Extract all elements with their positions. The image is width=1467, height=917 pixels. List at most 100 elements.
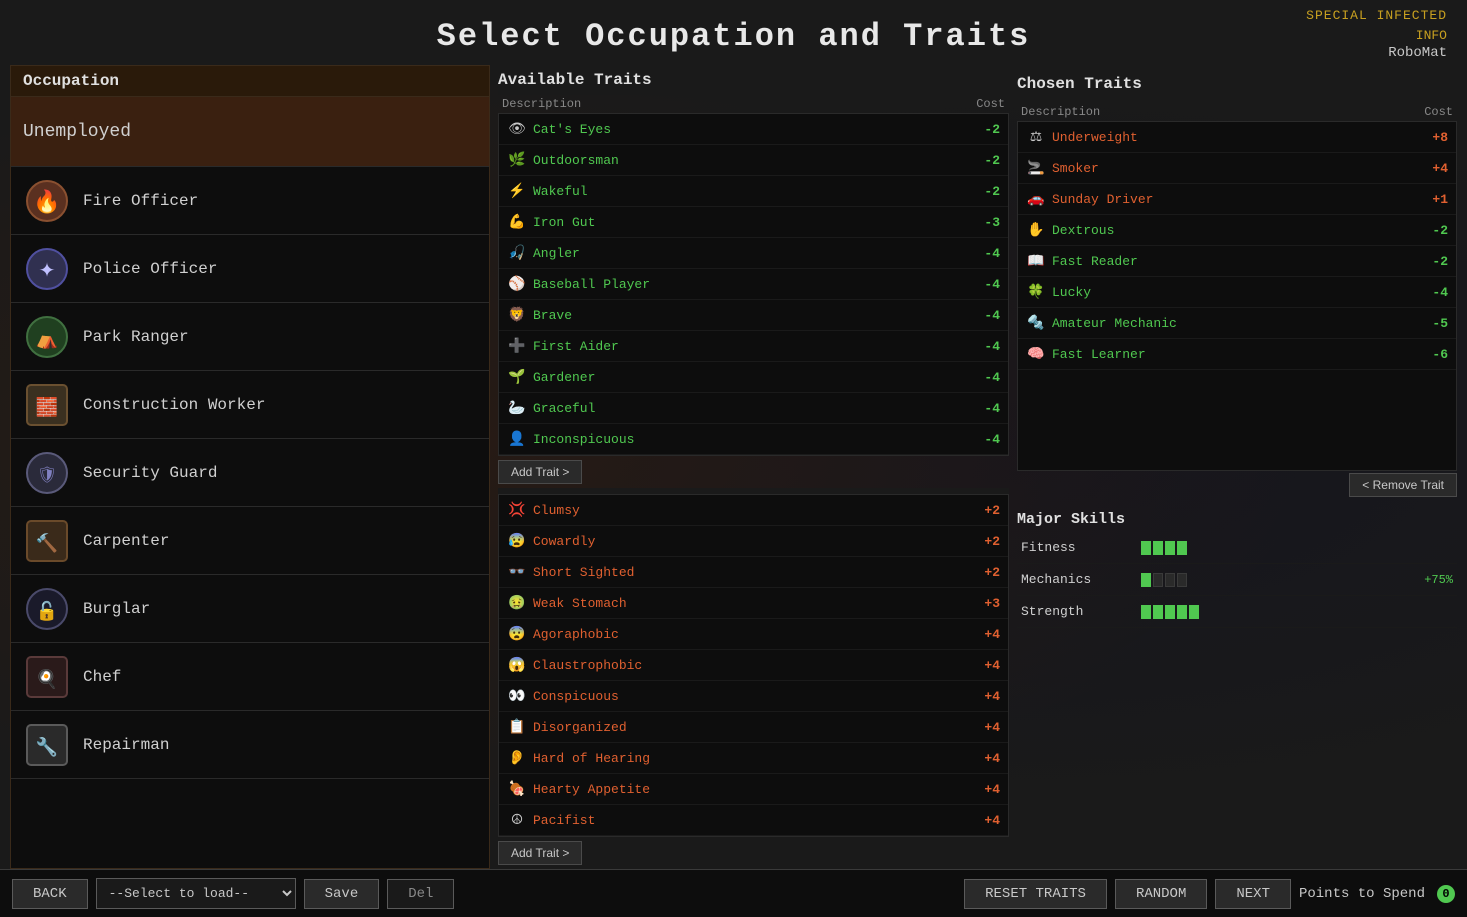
skill-bar (1189, 605, 1199, 619)
negative-trait-hearty-appetite[interactable]: 🍖 Hearty Appetite +4 (499, 774, 1008, 805)
trait-name: Hard of Hearing (533, 751, 970, 766)
chosen-trait-lucky[interactable]: 🍀 Lucky -4 (1018, 277, 1456, 308)
skill-name: Fitness (1021, 540, 1141, 555)
occupation-item-carpenter[interactable]: 🔨 Carpenter (11, 507, 489, 575)
trait-cost: +2 (970, 534, 1000, 549)
random-button[interactable]: RANDOM (1115, 879, 1207, 909)
trait-cost: +2 (970, 503, 1000, 518)
negative-trait-agoraphobic[interactable]: 😨 Agoraphobic +4 (499, 619, 1008, 650)
occupation-icon-chef: 🍳 (23, 653, 71, 701)
occupation-item-chef[interactable]: 🍳 Chef (11, 643, 489, 711)
chosen-trait-dextrous[interactable]: ✋ Dextrous -2 (1018, 215, 1456, 246)
negative-trait-clumsy[interactable]: 💢 Clumsy +2 (499, 495, 1008, 526)
trait-name: Graceful (533, 401, 970, 416)
trait-cost: +4 (970, 689, 1000, 704)
negative-trait-short-sighted[interactable]: 👓 Short Sighted +2 (499, 557, 1008, 588)
trait-cost: -4 (970, 277, 1000, 292)
occupation-item-fire-officer[interactable]: 🔥 Fire Officer (11, 167, 489, 235)
trait-cost: +4 (970, 751, 1000, 766)
info-label: INFO (1416, 28, 1447, 43)
traits-panel: Available Traits Description Cost 👁 Cat'… (498, 65, 1009, 869)
trait-icon: 😰 (507, 531, 527, 551)
trait-name: Iron Gut (533, 215, 970, 230)
chosen-trait-fast-reader[interactable]: 📖 Fast Reader -2 (1018, 246, 1456, 277)
trait-name: Cowardly (533, 534, 970, 549)
positive-trait-brave[interactable]: 🦁 Brave -4 (499, 300, 1008, 331)
bottom-bar: BACK --Select to load-- Save Del RESET T… (0, 869, 1467, 917)
trait-icon: 🦢 (507, 398, 527, 418)
trait-icon: 👓 (507, 562, 527, 582)
chosen-trait-icon: 🚗 (1026, 189, 1046, 209)
negative-trait-cowardly[interactable]: 😰 Cowardly +2 (499, 526, 1008, 557)
add-trait-button-bottom[interactable]: Add Trait > (498, 841, 582, 865)
chosen-trait-icon: 🧠 (1026, 344, 1046, 364)
chosen-trait-underweight[interactable]: ⚖ Underweight +8 (1018, 122, 1456, 153)
occupation-item-security-guard[interactable]: 🛡 Security Guard (11, 439, 489, 507)
skill-bar (1153, 541, 1163, 555)
occupation-icon-fire-officer: 🔥 (23, 177, 71, 225)
occupation-item-park-ranger[interactable]: ⛺ Park Ranger (11, 303, 489, 371)
trait-name: Claustrophobic (533, 658, 970, 673)
chosen-trait-amateur-mechanic[interactable]: 🔩 Amateur Mechanic -5 (1018, 308, 1456, 339)
positive-trait-baseball-player[interactable]: ⚾ Baseball Player -4 (499, 269, 1008, 300)
skill-row-mechanics: Mechanics +75% (1017, 564, 1457, 596)
occupation-item-burglar[interactable]: 🔓 Burglar (11, 575, 489, 643)
occupation-name: Unemployed (23, 122, 131, 142)
positive-trait-cat's-eyes[interactable]: 👁 Cat's Eyes -2 (499, 114, 1008, 145)
next-button[interactable]: NEXT (1215, 879, 1291, 909)
positive-trait-graceful[interactable]: 🦢 Graceful -4 (499, 393, 1008, 424)
trait-cost: +4 (970, 782, 1000, 797)
svg-text:🔨: 🔨 (36, 532, 58, 555)
negative-trait-weak-stomach[interactable]: 🤢 Weak Stomach +3 (499, 588, 1008, 619)
trait-cost: -4 (970, 339, 1000, 354)
occupation-list: Unemployed 🔥 Fire Officer ✦ Police Offic… (10, 97, 490, 869)
del-button[interactable]: Del (387, 879, 454, 909)
chosen-traits-list: ⚖ Underweight +8 🚬 Smoker +4 🚗 Sunday Dr… (1017, 121, 1457, 471)
occupation-name-police-officer: Police Officer (83, 260, 217, 278)
negative-trait-pacifist[interactable]: ☮ Pacifist +4 (499, 805, 1008, 836)
negative-trait-disorganized[interactable]: 📋 Disorganized +4 (499, 712, 1008, 743)
chosen-trait-icon: 🍀 (1026, 282, 1046, 302)
chosen-trait-cost: -2 (1418, 223, 1448, 238)
save-button[interactable]: Save (304, 879, 380, 909)
trait-cost: +4 (970, 627, 1000, 642)
reset-traits-button[interactable]: RESET TRAITS (964, 879, 1107, 909)
positive-trait-first-aider[interactable]: ➕ First Aider -4 (499, 331, 1008, 362)
positive-trait-angler[interactable]: 🎣 Angler -4 (499, 238, 1008, 269)
occupation-icon-police-officer: ✦ (23, 245, 71, 293)
svg-text:🔧: 🔧 (36, 736, 58, 759)
positive-trait-outdoorsman[interactable]: 🌿 Outdoorsman -2 (499, 145, 1008, 176)
occupation-item-construction-worker[interactable]: 🧱 Construction Worker (11, 371, 489, 439)
chosen-trait-cost: +8 (1418, 130, 1448, 145)
trait-icon: 👁 (507, 119, 527, 139)
occupation-header: Occupation (10, 65, 490, 97)
chosen-trait-fast-learner[interactable]: 🧠 Fast Learner -6 (1018, 339, 1456, 370)
chosen-trait-icon: 📖 (1026, 251, 1046, 271)
positive-trait-wakeful[interactable]: ⚡ Wakeful -2 (499, 176, 1008, 207)
trait-name: Inconspicuous (533, 432, 970, 447)
chosen-trait-smoker[interactable]: 🚬 Smoker +4 (1018, 153, 1456, 184)
trait-icon: 🍖 (507, 779, 527, 799)
negative-trait-claustrophobic[interactable]: 😱 Claustrophobic +4 (499, 650, 1008, 681)
occupation-item-police-officer[interactable]: ✦ Police Officer (11, 235, 489, 303)
negative-trait-hard-of-hearing[interactable]: 👂 Hard of Hearing +4 (499, 743, 1008, 774)
chosen-trait-cost: -6 (1418, 347, 1448, 362)
load-select[interactable]: --Select to load-- (96, 878, 296, 909)
trait-cost: +2 (970, 565, 1000, 580)
occupation-name-park-ranger: Park Ranger (83, 328, 189, 346)
positive-trait-inconspicuous[interactable]: 👤 Inconspicuous -4 (499, 424, 1008, 455)
remove-trait-button[interactable]: < Remove Trait (1349, 473, 1457, 497)
positive-trait-iron-gut[interactable]: 💪 Iron Gut -3 (499, 207, 1008, 238)
page-title: Select Occupation and Traits (0, 18, 1467, 55)
positive-trait-gardener[interactable]: 🌱 Gardener -4 (499, 362, 1008, 393)
back-button[interactable]: BACK (12, 879, 88, 909)
svg-text:🛡: 🛡 (37, 466, 57, 485)
occupation-item-repairman[interactable]: 🔧 Repairman (11, 711, 489, 779)
add-trait-button-top[interactable]: Add Trait > (498, 460, 582, 484)
occupation-item-unemployed[interactable]: Unemployed (11, 97, 489, 167)
chosen-trait-sunday-driver[interactable]: 🚗 Sunday Driver +1 (1018, 184, 1456, 215)
svg-text:🍳: 🍳 (36, 668, 58, 691)
negative-trait-conspicuous[interactable]: 👀 Conspicuous +4 (499, 681, 1008, 712)
trait-cost: -2 (970, 153, 1000, 168)
chosen-trait-name: Underweight (1052, 130, 1418, 145)
